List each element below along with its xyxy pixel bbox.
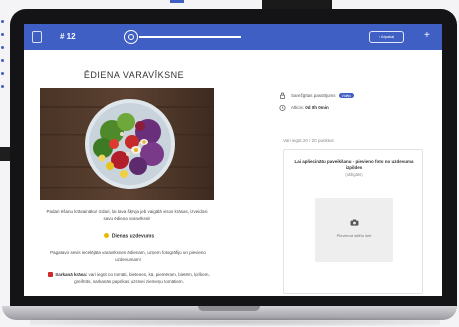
daily-task-text: Pagatavo sevis iecelējāta varavīksnes ēd… bbox=[50, 250, 206, 262]
red-color-icon bbox=[48, 271, 54, 277]
intro-text: Padari ēšanu krāsaināku! Izdari, lai tav… bbox=[46, 209, 208, 221]
page-title: ĒDIENA VARAVĪKSNE bbox=[83, 70, 185, 80]
upload-card: Lai apliecinātu paveikšanu - pievieno fo… bbox=[283, 149, 423, 294]
time-row: Atlicis: 0d 0h 0min bbox=[279, 104, 329, 111]
salad-photo bbox=[40, 88, 214, 200]
plus-icon[interactable]: + bbox=[424, 30, 430, 42]
upload-required-note: (obligāts) bbox=[345, 172, 363, 177]
daily-task-title: Dienas uzdevums bbox=[64, 233, 194, 240]
background-block bbox=[0, 147, 10, 161]
progress-bar bbox=[139, 36, 241, 38]
progress-start-icon bbox=[124, 30, 138, 44]
upload-label: Pievienot attēlu šeit bbox=[336, 233, 372, 238]
red-color-text: Sarkanā krāsa: vari iegūt no tomāti, bie… bbox=[40, 271, 218, 285]
lock-icon bbox=[280, 92, 285, 99]
upload-dropzone[interactable]: Pievienot attēlu šeit bbox=[315, 198, 393, 262]
camera-icon bbox=[350, 219, 359, 226]
background-block bbox=[262, 0, 332, 9]
background-bullets bbox=[0, 20, 8, 98]
upload-title: Lai apliecinātu paveikšanu - pievieno fo… bbox=[294, 159, 414, 170]
app-topbar: # 12 ‹ Atpakaļ + bbox=[24, 24, 442, 50]
difficulty-badge: Vidējs bbox=[338, 93, 355, 98]
laptop-screen: # 12 ‹ Atpakaļ + ĒDIENA VARAVĪKSNE Padar… bbox=[24, 24, 442, 296]
laptop-shadow bbox=[30, 318, 440, 326]
progress-fill bbox=[139, 36, 241, 38]
menu-icon[interactable] bbox=[32, 31, 42, 43]
background-accent bbox=[170, 0, 184, 3]
clock-icon bbox=[279, 104, 286, 111]
day-label: # 12 bbox=[60, 32, 76, 41]
laptop-notch bbox=[198, 306, 260, 311]
task-icon bbox=[103, 233, 109, 238]
points-text: Vari iegūt 20 / 20 punktus bbox=[283, 138, 334, 143]
difficulty-row: Sarežģītas pasūtījums Vidējs bbox=[279, 92, 355, 99]
back-button[interactable]: ‹ Atpakaļ bbox=[369, 31, 404, 43]
